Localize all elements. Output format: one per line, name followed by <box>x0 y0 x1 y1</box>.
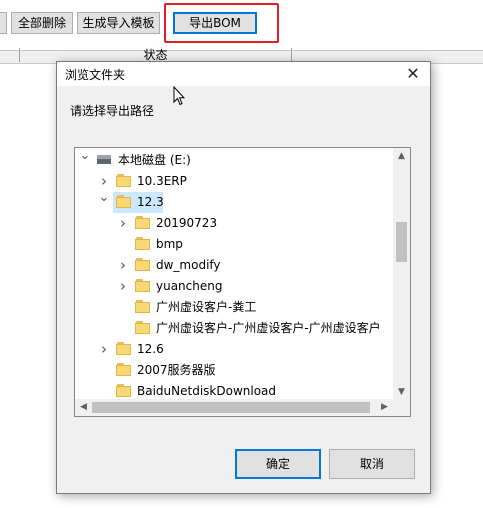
vertical-scroll-thumb[interactable] <box>396 222 407 262</box>
cancel-button[interactable]: 取消 <box>329 449 415 479</box>
grid-header-cell <box>0 48 20 62</box>
tree-item-label: 2007服务器版 <box>137 363 216 377</box>
mouse-cursor-icon <box>173 86 185 106</box>
horizontal-scroll-thumb[interactable] <box>92 402 370 413</box>
tree-item-label: 12.6 <box>137 342 164 356</box>
folder-icon <box>116 195 132 208</box>
tree-item[interactable]: › 10.3ERP <box>75 171 395 192</box>
ok-button[interactable]: 确定 <box>235 449 321 479</box>
chevron-down-icon[interactable]: ⌄ <box>98 191 110 205</box>
folder-icon <box>135 237 151 250</box>
tree-item[interactable]: › dw_modify <box>75 255 395 276</box>
folder-icon <box>135 258 151 271</box>
dialog-titlebar: 浏览文件夹 ✕ <box>57 62 430 86</box>
horizontal-scrollbar[interactable]: ◀ ▶ <box>75 399 393 416</box>
dialog-title: 浏览文件夹 <box>65 68 126 82</box>
browse-folder-dialog: 浏览文件夹 ✕ 请选择导出路径 BaiduNetdiskDownload 2007… <box>56 61 431 494</box>
highlight-annotation-box <box>164 3 279 43</box>
folder-icon <box>116 363 132 376</box>
chevron-right-icon[interactable]: › <box>117 216 129 231</box>
toolbar: 全部删除 生成导入模板 导出BOM <box>0 0 483 46</box>
drive-icon <box>97 155 111 164</box>
tree-item-label: BaiduNetdiskDownload <box>137 384 277 398</box>
tree-item[interactable]: › yuancheng <box>75 276 395 297</box>
folder-tree[interactable]: BaiduNetdiskDownload 2007服务器版 › 12.6 广州虚设客户-… <box>74 147 411 417</box>
vertical-scrollbar[interactable]: ▲ ▼ <box>393 148 410 401</box>
chevron-right-icon[interactable]: › <box>98 342 110 357</box>
chevron-down-icon[interactable]: ⌄ <box>79 149 91 163</box>
tree-item[interactable]: 广州虚设客户-广州虚设客户-广州虚设客户 <box>75 318 395 339</box>
delete-all-button[interactable]: 全部删除 <box>11 12 73 34</box>
tree-item-label: 20190723 <box>156 216 218 230</box>
folder-icon <box>135 321 151 334</box>
tree-item-label: 广州虚设客户-广州虚设客户-广州虚设客户 <box>156 321 381 335</box>
dialog-prompt: 请选择导出路径 <box>70 104 155 118</box>
tree-item[interactable]: 广州虚设客户-粪工 <box>75 297 395 318</box>
tree-item-label: 12.3 <box>137 195 164 209</box>
folder-icon <box>116 174 132 187</box>
tree-item-label: 10.3ERP <box>137 174 187 188</box>
folder-icon <box>135 279 151 292</box>
tree-item-label: 广州虚设客户-粪工 <box>156 300 257 314</box>
chevron-right-icon[interactable]: › <box>98 174 110 189</box>
scroll-up-icon[interactable]: ▲ <box>393 148 410 165</box>
scrollbar-corner <box>393 399 410 416</box>
tree-item[interactable]: bmp <box>75 234 395 255</box>
chevron-right-icon[interactable]: › <box>117 258 129 273</box>
scroll-right-icon[interactable]: ▶ <box>376 399 393 416</box>
folder-icon <box>116 342 132 355</box>
tree-item[interactable]: › 12.6 <box>75 339 395 360</box>
toolbar-button-partial[interactable] <box>0 12 7 34</box>
tree-item[interactable]: › 20190723 <box>75 213 395 234</box>
grid-header-status: 状态 <box>20 48 292 62</box>
folder-icon <box>135 300 151 313</box>
tree-item-label: dw_modify <box>156 258 221 272</box>
generate-import-template-button[interactable]: 生成导入模板 <box>77 12 160 34</box>
folder-icon <box>135 216 151 229</box>
chevron-right-icon[interactable]: › <box>117 279 129 294</box>
tree-item[interactable]: ⌄ 本地磁盘 (E:) <box>75 149 395 171</box>
tree-item[interactable]: 2007服务器版 <box>75 360 395 381</box>
scroll-left-icon[interactable]: ◀ <box>75 399 92 416</box>
tree-item[interactable]: ⌄ 12.3 <box>75 191 395 213</box>
tree-item-label: yuancheng <box>156 279 223 293</box>
close-icon[interactable]: ✕ <box>398 62 428 86</box>
tree-item-label: 本地磁盘 (E:) <box>118 153 191 167</box>
folder-icon <box>116 384 132 397</box>
tree-item-label: bmp <box>156 237 183 251</box>
